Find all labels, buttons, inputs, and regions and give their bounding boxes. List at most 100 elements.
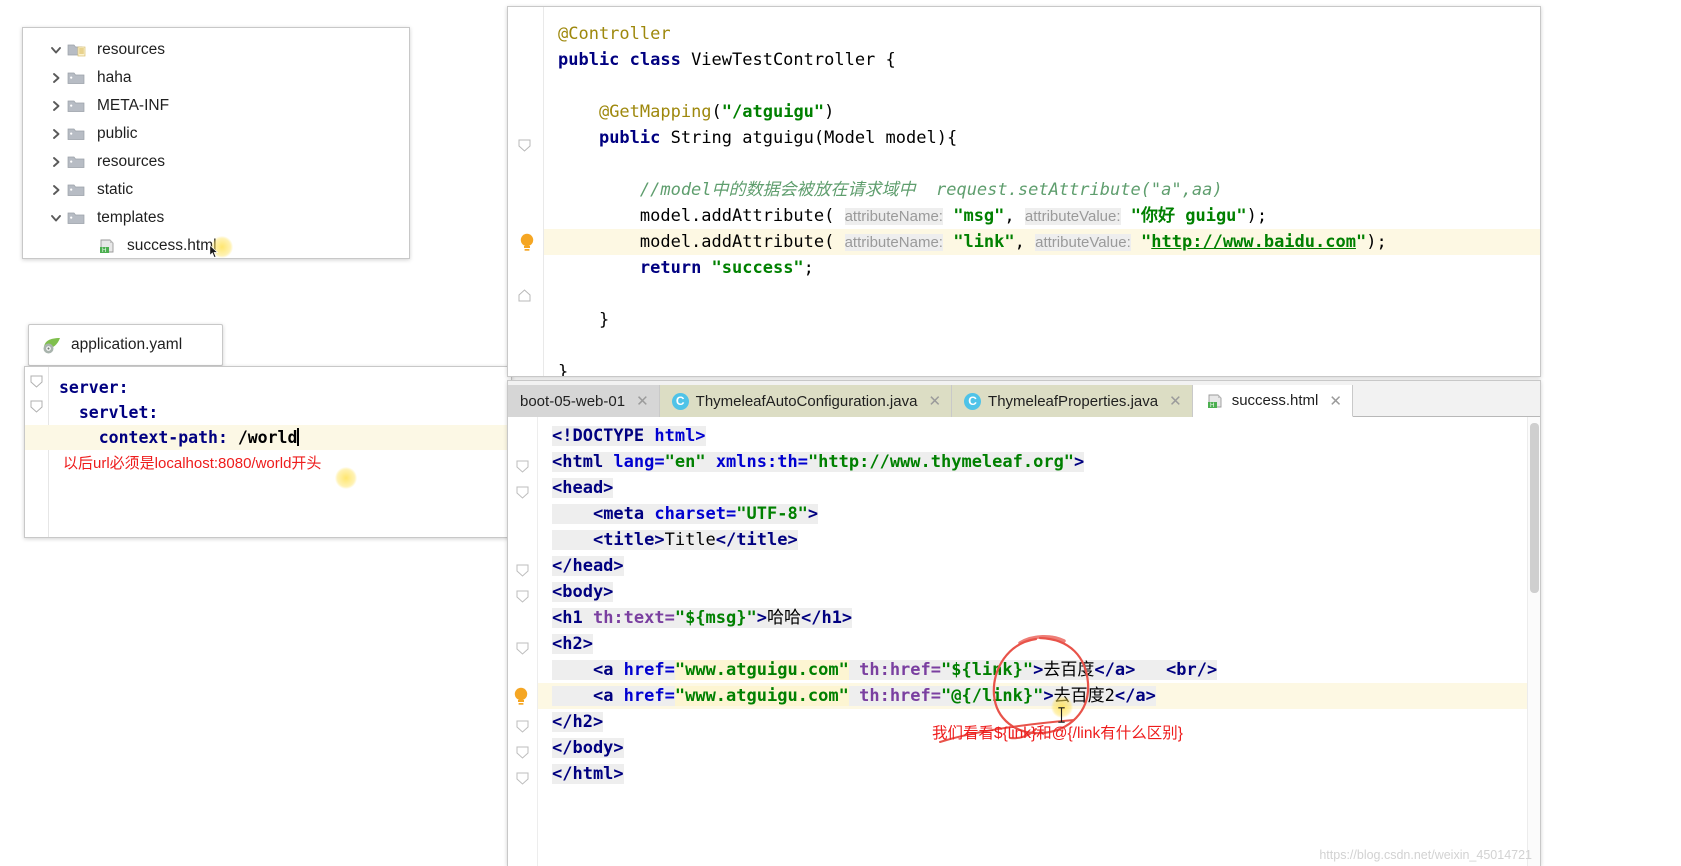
code-token: html> bbox=[654, 426, 706, 446]
tree-item-label: success.html bbox=[127, 237, 217, 254]
fold-marker-icon[interactable] bbox=[516, 481, 529, 499]
tree-item-label: static bbox=[97, 181, 134, 198]
code-token: "UTF-8" bbox=[736, 504, 808, 524]
code-token: </h1> bbox=[800, 608, 853, 628]
code-token: return bbox=[639, 258, 712, 278]
chevron-right-icon[interactable] bbox=[50, 128, 62, 140]
chevron-right-icon-wrap[interactable] bbox=[45, 100, 67, 112]
java-code-line: model.addAttribute( attributeName: "msg"… bbox=[544, 203, 1540, 229]
code-token: > bbox=[756, 608, 767, 628]
code-token: "success" bbox=[711, 258, 804, 278]
folder-icon bbox=[67, 100, 85, 112]
java-code-line: @Controller bbox=[544, 21, 1540, 47]
code-token: <a bbox=[592, 660, 624, 680]
yaml-editor-panel[interactable]: server: servlet: context-path: /world 以后… bbox=[24, 366, 512, 538]
fold-marker-icon[interactable] bbox=[516, 455, 529, 473]
chevron-right-icon-wrap[interactable] bbox=[45, 184, 67, 196]
close-icon[interactable]: ✕ bbox=[636, 392, 649, 410]
intention-bulb-icon[interactable] bbox=[512, 686, 530, 708]
folder-icon bbox=[67, 212, 85, 224]
fold-marker-icon[interactable] bbox=[516, 585, 529, 603]
chevron-down-icon-wrap[interactable] bbox=[45, 44, 67, 56]
chevron-down-icon[interactable] bbox=[50, 212, 62, 224]
tree-item-haha[interactable]: haha bbox=[23, 64, 409, 92]
editor-tab-bar[interactable]: boot-05-web-01 ✕ C ThymeleafAutoConfigurati… bbox=[508, 381, 1540, 417]
java-code-line: public class ViewTestController { bbox=[544, 47, 1540, 73]
tree-item-public[interactable]: public bbox=[23, 120, 409, 148]
code-token: > bbox=[1043, 686, 1054, 706]
java-editor-panel[interactable]: @Controller public class ViewTestControll… bbox=[507, 6, 1541, 377]
code-token: </a> bbox=[1094, 660, 1136, 680]
fold-marker-icon[interactable] bbox=[516, 715, 529, 733]
editor-tab-boot-05-web-01[interactable]: boot-05-web-01 ✕ bbox=[508, 385, 660, 417]
editor-tab-thymeleafproperties-java[interactable]: C ThymeleafProperties.java ✕ bbox=[952, 385, 1193, 417]
chevron-right-icon[interactable] bbox=[50, 100, 62, 112]
yaml-line-text: server: bbox=[59, 378, 129, 397]
tree-item-label: resources bbox=[97, 153, 166, 170]
yaml-line: servlet: bbox=[25, 400, 511, 425]
application-yaml-tab[interactable]: application.yaml bbox=[28, 324, 223, 366]
code-token: <title> bbox=[592, 530, 665, 550]
code-token: ); bbox=[1246, 206, 1268, 226]
fold-marker-icon[interactable] bbox=[516, 637, 529, 655]
chevron-right-icon[interactable] bbox=[50, 156, 62, 168]
intention-bulb-icon[interactable] bbox=[518, 232, 536, 254]
fold-marker-icon[interactable] bbox=[518, 289, 531, 302]
folder-icon bbox=[67, 182, 93, 198]
chevron-right-icon-wrap[interactable] bbox=[45, 128, 67, 140]
tree-item-label: resources bbox=[97, 41, 166, 58]
yaml-line-text: servlet: bbox=[59, 403, 159, 422]
chevron-down-icon[interactable] bbox=[50, 44, 62, 56]
close-icon[interactable]: ✕ bbox=[928, 392, 941, 410]
yaml-line-text: context-path: bbox=[59, 428, 238, 447]
code-token: href= bbox=[623, 660, 675, 680]
html-code-line: <meta charset="UTF-8"> bbox=[538, 501, 1540, 527]
html-code-area[interactable]: <!DOCTYPE html> <html lang="en" xmlns:th=… bbox=[514, 423, 1540, 866]
fold-marker-icon[interactable] bbox=[516, 559, 529, 577]
code-token: { bbox=[885, 50, 896, 70]
code-token: //model中的数据会被放在请求域中 request.setAttribute… bbox=[558, 180, 1223, 200]
code-token: 去百度 bbox=[1043, 660, 1095, 680]
tree-item-meta-inf[interactable]: META-INF bbox=[23, 92, 409, 120]
fold-marker-icon[interactable] bbox=[516, 741, 529, 759]
java-code-area[interactable]: @Controller public class ViewTestControll… bbox=[520, 21, 1540, 376]
tree-item-static[interactable]: static bbox=[23, 176, 409, 204]
editor-tab-thymeleafautoconfiguration-java[interactable]: C ThymeleafAutoConfiguration.java ✕ bbox=[659, 385, 953, 417]
tree-item-label: public bbox=[97, 125, 138, 142]
code-token: <!DOCTYPE bbox=[552, 426, 655, 446]
code-token: "@{/link}" bbox=[941, 686, 1044, 706]
editor-tab-label: success.html bbox=[1231, 392, 1319, 409]
close-icon[interactable]: ✕ bbox=[1169, 392, 1182, 410]
chevron-right-icon-wrap[interactable] bbox=[45, 156, 67, 168]
code-token: 哈哈 bbox=[766, 608, 801, 628]
chevron-right-icon-wrap[interactable] bbox=[45, 72, 67, 84]
code-token: <br/> bbox=[1166, 660, 1218, 680]
tree-item-resources[interactable]: resources bbox=[23, 148, 409, 176]
code-token: " bbox=[1141, 232, 1152, 252]
yaml-code-area[interactable]: server: servlet: context-path: /world 以后… bbox=[25, 375, 511, 475]
html-editor-panel[interactable]: boot-05-web-01 ✕ C ThymeleafAutoConfigurati… bbox=[507, 380, 1541, 866]
fold-marker-icon[interactable] bbox=[518, 139, 531, 152]
chevron-right-icon[interactable] bbox=[50, 184, 62, 196]
code-token: <head> bbox=[552, 478, 614, 498]
watermark-text: https://blog.csdn.net/weixin_45014721 bbox=[1319, 848, 1532, 862]
code-token: <meta bbox=[592, 504, 655, 524]
code-token: ViewTestController bbox=[691, 50, 886, 70]
fold-marker-icon[interactable] bbox=[516, 767, 529, 785]
vertical-scrollbar[interactable] bbox=[1527, 417, 1540, 866]
tree-item-templates[interactable]: templates bbox=[23, 204, 409, 232]
code-token: "http://www.thymeleaf.org" bbox=[807, 452, 1075, 472]
editor-tab-success-html[interactable]: Hsuccess.html ✕ bbox=[1192, 385, 1353, 417]
folder-icon bbox=[67, 210, 93, 226]
scrollbar-thumb[interactable] bbox=[1530, 423, 1539, 593]
tree-item-success-html[interactable]: Hsuccess.html bbox=[23, 232, 409, 258]
chevron-right-icon[interactable] bbox=[50, 72, 62, 84]
code-token: "msg" bbox=[953, 206, 1005, 226]
close-icon[interactable]: ✕ bbox=[1329, 392, 1342, 410]
java-code-line: return "success"; bbox=[544, 255, 1540, 281]
chevron-down-icon-wrap[interactable] bbox=[45, 212, 67, 224]
code-token: attributeName: bbox=[844, 208, 943, 225]
folder-icon bbox=[67, 98, 93, 114]
tree-item-resources[interactable]: resources bbox=[23, 36, 409, 64]
code-token bbox=[848, 660, 860, 680]
